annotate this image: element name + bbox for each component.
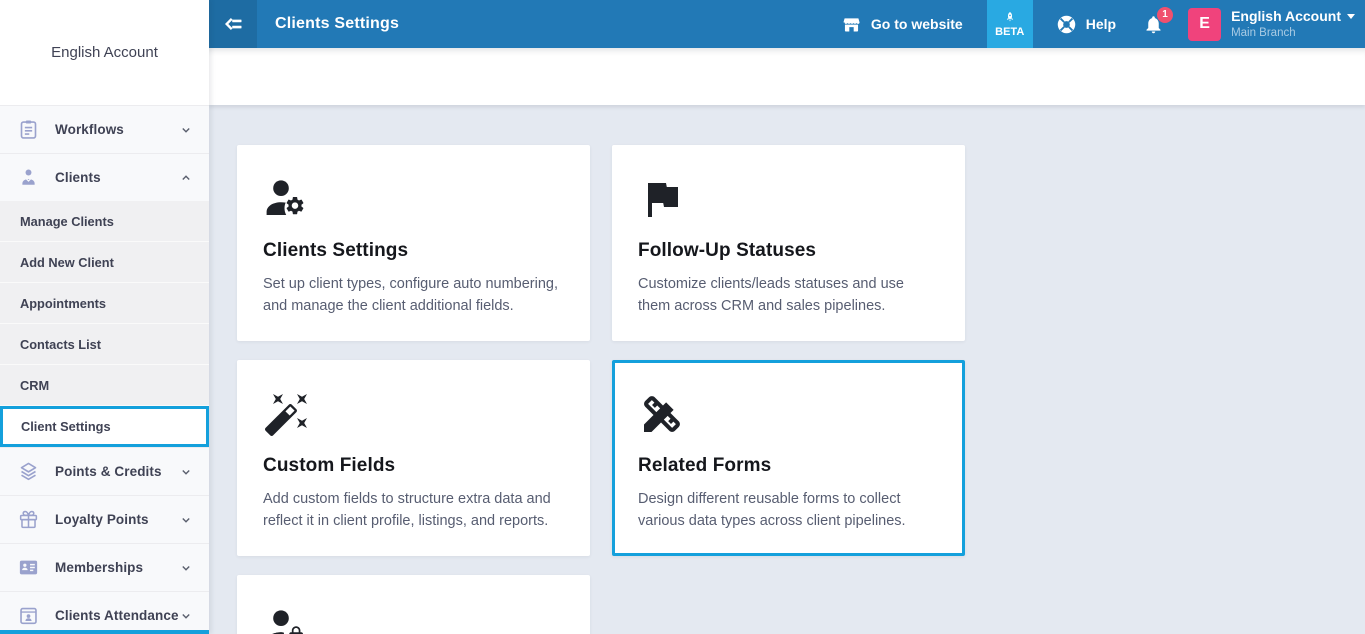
- subitem-label: Appointments: [20, 295, 107, 311]
- subitem-label: Manage Clients: [20, 213, 114, 229]
- sidebar-item-label: Memberships: [55, 560, 144, 575]
- sidebar-subitem-crm[interactable]: CRM: [0, 365, 209, 406]
- sidebar-subitem-appointments[interactable]: Appointments: [0, 283, 209, 324]
- user-gear-icon: [263, 175, 311, 223]
- sidebar-item-label: Clients: [55, 170, 101, 185]
- topbar-actions: Go to website BETA Help 1 E English Acco…: [841, 0, 1365, 48]
- chevron-down-icon: [182, 517, 190, 523]
- rocket-icon: [1006, 11, 1013, 21]
- subitem-label: Client Settings: [21, 419, 111, 434]
- card-title: Related Forms: [638, 455, 772, 476]
- subitem-label: CRM: [20, 377, 50, 393]
- layers-icon: [20, 462, 37, 481]
- sidebar-item-loyalty-points[interactable]: Loyalty Points: [0, 495, 209, 543]
- subitem-label: Add New Client: [20, 254, 114, 270]
- card-custom-fields[interactable]: Custom Fields Add custom fields to struc…: [237, 360, 590, 556]
- sidebar-item-label: Clients Attendance: [55, 608, 179, 623]
- account-menu[interactable]: English Account Main Branch: [1231, 7, 1355, 40]
- sidebar-item-clients[interactable]: Clients: [0, 153, 209, 201]
- clipboard-icon: [20, 120, 37, 139]
- card-description: Add custom fields to structure extra dat…: [263, 491, 551, 529]
- sidebar-account-name: English Account: [0, 0, 209, 105]
- card-title: Custom Fields: [263, 455, 396, 476]
- card-title: Follow-Up Statuses: [638, 240, 817, 261]
- settings-cards-grid: Clients Settings Set up client types, co…: [209, 105, 1365, 634]
- sidebar-item-memberships[interactable]: Memberships: [0, 543, 209, 591]
- card-follow-up-statuses[interactable]: Follow-Up Statuses Customize clients/lea…: [612, 145, 965, 341]
- card-description: Set up client types, configure auto numb…: [263, 276, 559, 314]
- page-title: Clients Settings: [275, 15, 400, 32]
- notifications-button[interactable]: 1: [1143, 6, 1174, 35]
- content-top-strip: [209, 48, 1365, 105]
- collapse-sidebar-button[interactable]: [209, 0, 257, 48]
- clients-submenu: Manage Clients Add New Client Appointmen…: [0, 201, 209, 447]
- sidebar-item-label: Workflows: [55, 122, 124, 137]
- user-lock-icon: [263, 605, 311, 634]
- card-title: Clients Settings: [263, 240, 409, 261]
- design-tools-icon: [638, 390, 686, 438]
- chevron-down-icon: [182, 127, 190, 133]
- notification-count-badge: 1: [1157, 6, 1174, 23]
- main-content: Clients Settings Set up client types, co…: [209, 48, 1365, 634]
- sidebar-item-clients-attendance[interactable]: Clients Attendance: [0, 591, 209, 634]
- magic-wand-icon: [263, 390, 311, 438]
- sidebar-subitem-client-settings[interactable]: Client Settings: [0, 406, 209, 447]
- sidebar-scroll-highlight: [0, 630, 209, 634]
- card-description: Customize clients/leads statuses and use…: [638, 276, 904, 314]
- flag-icon: [638, 175, 686, 223]
- clients-person-icon: [22, 169, 35, 185]
- beta-badge[interactable]: BETA: [986, 0, 1033, 48]
- caret-down-icon: [1347, 14, 1355, 20]
- storefront-icon: [843, 17, 860, 31]
- lifebuoy-icon: [1057, 15, 1075, 33]
- account-name: English Account: [1231, 8, 1341, 25]
- card-client-portal[interactable]: Client Portal Control the client's exper…: [237, 575, 590, 634]
- beta-label: BETA: [995, 25, 1025, 38]
- topbar: Clients Settings Go to website BETA Help…: [209, 0, 1365, 48]
- membership-card-icon: [19, 560, 38, 575]
- sidebar-item-points-credits[interactable]: Points & Credits: [0, 447, 209, 495]
- go-to-website-button[interactable]: Go to website: [841, 14, 963, 35]
- chevron-down-icon: [182, 613, 190, 619]
- sidebar: English Account Workflows Clients Manage…: [0, 0, 209, 634]
- sidebar-item-label: Points & Credits: [55, 464, 162, 479]
- sidebar-item-workflows[interactable]: Workflows: [0, 105, 209, 153]
- sidebar-subitem-manage-clients[interactable]: Manage Clients: [0, 201, 209, 242]
- sidebar-item-label: Loyalty Points: [55, 512, 149, 527]
- chevron-down-icon: [182, 565, 190, 571]
- branch-name: Main Branch: [1231, 26, 1296, 39]
- chevron-down-icon: [182, 469, 190, 475]
- sidebar-subitem-contacts-list[interactable]: Contacts List: [0, 324, 209, 365]
- help-label: Help: [1085, 16, 1117, 32]
- card-clients-settings[interactable]: Clients Settings Set up client types, co…: [237, 145, 590, 341]
- go-to-website-label: Go to website: [870, 16, 963, 32]
- sidebar-subitem-add-new-client[interactable]: Add New Client: [0, 242, 209, 283]
- help-button[interactable]: Help: [1056, 14, 1116, 35]
- card-description: Design different reusable forms to colle…: [638, 491, 906, 529]
- card-related-forms[interactable]: Related Forms Design different reusable …: [612, 360, 965, 556]
- subitem-label: Contacts List: [20, 336, 102, 352]
- chevron-up-icon: [182, 174, 190, 180]
- attendance-badge-icon: [20, 607, 37, 625]
- gift-icon: [19, 510, 38, 529]
- avatar[interactable]: E: [1188, 7, 1222, 41]
- collapse-sidebar-icon: [225, 18, 242, 30]
